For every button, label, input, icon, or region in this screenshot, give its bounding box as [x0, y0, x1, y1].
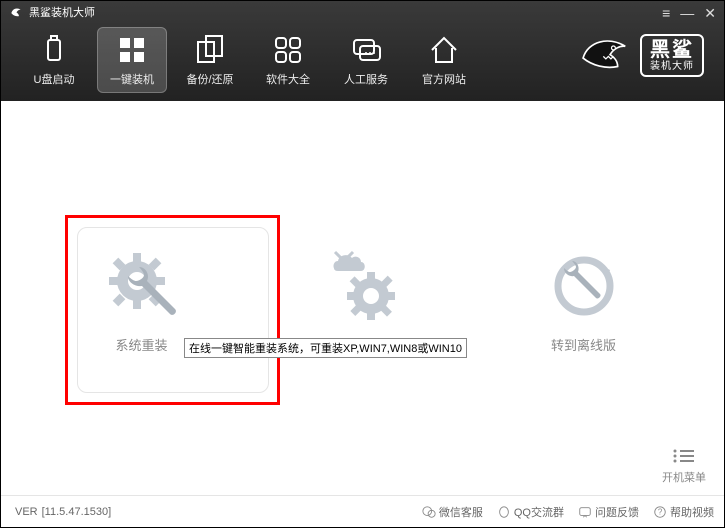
- gear-wrench-icon: [102, 251, 182, 321]
- footer-wechat[interactable]: 微信客服: [422, 504, 483, 520]
- app-header: 黑鲨装机大师 ≡ — ✕ U盘启动 一键装机 备份/还原 软件大全: [1, 1, 724, 101]
- footer-help[interactable]: ? 帮助视频: [653, 504, 714, 520]
- titlebar[interactable]: 黑鲨装机大师: [1, 1, 724, 23]
- tile-to-offline[interactable]: 转到离线版: [494, 251, 674, 354]
- app-title: 黑鲨装机大师: [29, 4, 95, 20]
- close-icon[interactable]: ✕: [704, 5, 716, 22]
- minimize-icon[interactable]: —: [680, 5, 694, 22]
- main-area: 系统重装 离线版制作 转到离线版 在线一键智能重装系统，可重装XP,WIN7,W…: [1, 101, 724, 495]
- copy-icon: [194, 34, 226, 66]
- nav-website[interactable]: 官方网站: [409, 27, 479, 93]
- menu-icon[interactable]: ≡: [662, 5, 670, 22]
- tile-label: 系统重装: [115, 335, 167, 354]
- list-icon: [672, 448, 696, 467]
- tile-label: 转到离线版: [551, 335, 616, 354]
- usb-icon: [38, 34, 70, 66]
- windows-icon: [116, 34, 148, 66]
- footer-feedback[interactable]: 问题反馈: [578, 504, 639, 520]
- tooltip: 在线一键智能重装系统，可重装XP,WIN7,WIN8或WIN10: [184, 338, 467, 358]
- app-icon: [9, 5, 23, 19]
- nav-usb-boot[interactable]: U盘启动: [19, 27, 89, 93]
- apps-icon: [272, 34, 304, 66]
- boot-menu-button[interactable]: 开机菜单: [662, 448, 706, 485]
- switch-tool-icon: [544, 251, 624, 321]
- home-icon: [428, 34, 460, 66]
- version-value: [11.5.47.1530]: [42, 506, 112, 518]
- nav-support[interactable]: 人工服务: [331, 27, 401, 93]
- svg-text:?: ?: [658, 507, 663, 516]
- nav-software[interactable]: 软件大全: [253, 27, 323, 93]
- shark-icon: [578, 31, 632, 80]
- status-bar: VER [11.5.47.1530] 微信客服 QQ交流群 问题反馈 ? 帮助视频: [1, 495, 724, 527]
- nav-backup-restore[interactable]: 备份/还原: [175, 27, 245, 93]
- version-label: VER: [15, 506, 38, 518]
- chat-icon: [350, 34, 382, 66]
- brand-logo: 黑鲨 装机大师: [578, 31, 704, 80]
- offline-build-icon: [323, 251, 403, 321]
- nav-one-click-install[interactable]: 一键装机: [97, 27, 167, 93]
- footer-qq[interactable]: QQ交流群: [497, 504, 564, 520]
